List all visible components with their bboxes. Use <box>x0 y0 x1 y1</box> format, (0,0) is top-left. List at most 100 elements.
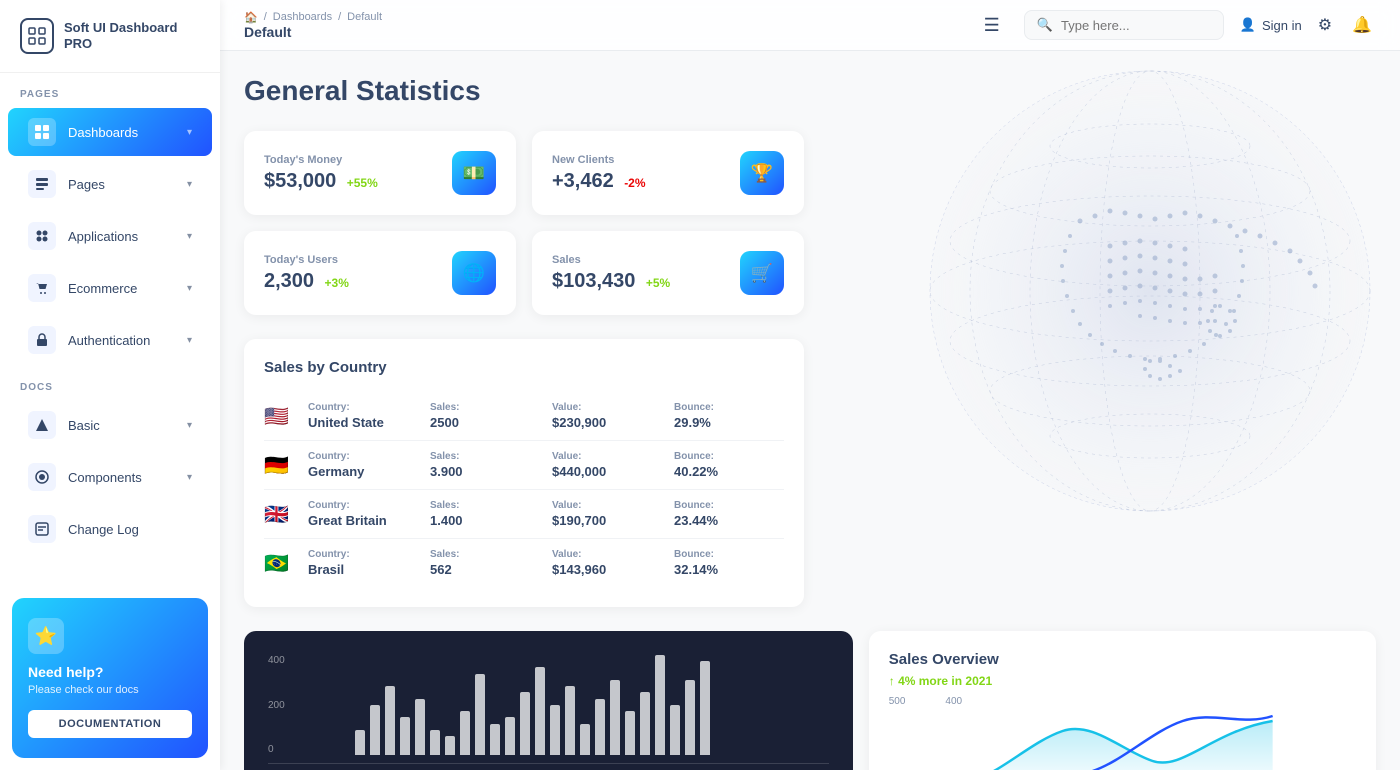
sidebar-item-components[interactable]: Components ▾ <box>8 453 212 501</box>
value-col-0: Value: $230,900 <box>552 402 662 430</box>
bottom-row: 400 200 0 Sales Overview ↑ 4% more in 20… <box>244 631 1376 770</box>
help-subtitle: Please check our docs <box>28 684 192 696</box>
bar-5 <box>430 730 440 755</box>
applications-icon <box>28 222 56 250</box>
sidebar-item-applications[interactable]: Applications ▾ <box>8 212 212 260</box>
stat-icon-0: 💵 <box>452 151 496 195</box>
stat-value-2: 2,300 +3% <box>264 270 349 293</box>
authentication-icon <box>28 326 56 354</box>
bar-3 <box>400 717 410 755</box>
help-title: Need help? <box>28 664 192 680</box>
bar-7 <box>460 711 470 755</box>
bar-13 <box>550 705 560 755</box>
search-input[interactable] <box>1061 18 1211 33</box>
value-col-3: Value: $143,960 <box>552 549 662 577</box>
basic-label: Basic <box>68 418 100 433</box>
section-docs-label: DOCS <box>0 366 220 399</box>
sidebar-item-authentication[interactable]: Authentication ▾ <box>8 316 212 364</box>
bar-20 <box>655 655 665 755</box>
country-col-2: Country: Great Britain <box>308 500 418 528</box>
pages-label: Pages <box>68 177 105 192</box>
settings-button[interactable]: ⚙ <box>1314 11 1336 39</box>
sales-col-2: Sales: 1.400 <box>430 500 540 528</box>
components-arrow: ▾ <box>187 472 192 483</box>
country-row-2: 🇬🇧 Country: Great Britain Sales: 1.400 V… <box>264 490 784 539</box>
components-icon <box>28 463 56 491</box>
stat-icon-3: 🛒 <box>740 251 784 295</box>
flag-0: 🇺🇸 <box>264 404 296 429</box>
bar-12 <box>535 667 545 755</box>
sales-col-0: Sales: 2500 <box>430 402 540 430</box>
bar-19 <box>640 692 650 755</box>
sales-y-500: 500 <box>889 696 906 707</box>
bar-6 <box>445 736 455 755</box>
y-label-200: 200 <box>268 700 285 711</box>
basic-icon <box>28 411 56 439</box>
menu-button[interactable]: ☰ <box>976 11 1008 40</box>
globe-decoration <box>800 51 1400 551</box>
bar-4 <box>415 699 425 755</box>
overview-title: Sales Overview <box>889 651 1356 668</box>
breadcrumb-dashboards: Dashboards <box>273 11 332 23</box>
stat-label-2: Today's Users <box>264 254 349 266</box>
country-col-1: Country: Germany <box>308 451 418 479</box>
sidebar-item-changelog[interactable]: Change Log <box>8 505 212 553</box>
sales-col-3: Sales: 562 <box>430 549 540 577</box>
signin-label: Sign in <box>1262 18 1302 33</box>
topbar-actions: 👤 Sign in ⚙ 🔔 <box>1240 11 1376 39</box>
main-area: 🏠 / Dashboards / Default Default ☰ 🔍 👤 S… <box>220 0 1400 770</box>
signin-button[interactable]: 👤 Sign in <box>1240 17 1302 33</box>
value-col-2: Value: $190,700 <box>552 500 662 528</box>
sidebar-item-basic[interactable]: Basic ▾ <box>8 401 212 449</box>
pages-icon <box>28 170 56 198</box>
applications-arrow: ▾ <box>187 231 192 242</box>
sidebar-item-pages[interactable]: Pages ▾ <box>8 160 212 208</box>
stat-card-3: Sales $103,430 +5% 🛒 <box>532 231 804 315</box>
country-col-3: Country: Brasil <box>308 549 418 577</box>
help-star-icon: ⭐ <box>28 618 64 654</box>
ecommerce-icon <box>28 274 56 302</box>
dashboards-icon <box>28 118 56 146</box>
sales-col-1: Sales: 3.900 <box>430 451 540 479</box>
country-table-title: Sales by Country <box>264 359 784 376</box>
stat-label-3: Sales <box>552 254 670 266</box>
stat-card-0: Today's Money $53,000 +55% 💵 <box>244 131 516 215</box>
y-label-400: 400 <box>268 655 285 666</box>
page-title: General Statistics <box>244 75 1376 107</box>
bar-1 <box>370 705 380 755</box>
bounce-col-2: Bounce: 23.44% <box>674 500 784 528</box>
bar-11 <box>520 692 530 755</box>
search-box[interactable]: 🔍 <box>1024 10 1224 40</box>
stat-info-2: Today's Users 2,300 +3% <box>264 254 349 293</box>
bar-22 <box>685 680 695 755</box>
dashboards-label: Dashboards <box>68 125 138 140</box>
search-icon: 🔍 <box>1037 17 1053 33</box>
bar-2 <box>385 686 395 755</box>
stat-card-1: New Clients +3,462 -2% 🏆 <box>532 131 804 215</box>
stats-grid: Today's Money $53,000 +55% 💵 New Clients… <box>244 131 804 315</box>
notifications-button[interactable]: 🔔 <box>1348 11 1376 39</box>
documentation-button[interactable]: DOCUMENTATION <box>28 710 192 738</box>
stat-icon-2: 🌐 <box>452 251 496 295</box>
bounce-col-1: Bounce: 40.22% <box>674 451 784 479</box>
stat-label-0: Today's Money <box>264 154 378 166</box>
pages-arrow: ▾ <box>187 179 192 190</box>
stat-info-1: New Clients +3,462 -2% <box>552 154 646 193</box>
section-pages-label: PAGES <box>0 73 220 106</box>
ecommerce-label: Ecommerce <box>68 281 137 296</box>
sales-overview-card: Sales Overview ↑ 4% more in 2021 500 400 <box>869 631 1376 770</box>
stat-card-2: Today's Users 2,300 +3% 🌐 <box>244 231 516 315</box>
sidebar-logo: Soft UI Dashboard PRO <box>0 0 220 73</box>
sidebar-item-ecommerce[interactable]: Ecommerce ▾ <box>8 264 212 312</box>
components-label: Components <box>68 470 142 485</box>
topbar: 🏠 / Dashboards / Default Default ☰ 🔍 👤 S… <box>220 0 1400 51</box>
bounce-col-0: Bounce: 29.9% <box>674 402 784 430</box>
home-icon: 🏠 <box>244 11 258 24</box>
dashboards-arrow: ▾ <box>187 127 192 138</box>
content-area: General Statistics Today's Money $53,000… <box>220 51 1400 770</box>
stat-label-1: New Clients <box>552 154 646 166</box>
sidebar-item-dashboards[interactable]: Dashboards ▾ <box>8 108 212 156</box>
value-col-1: Value: $440,000 <box>552 451 662 479</box>
bar-16 <box>595 699 605 755</box>
flag-1: 🇩🇪 <box>264 453 296 478</box>
